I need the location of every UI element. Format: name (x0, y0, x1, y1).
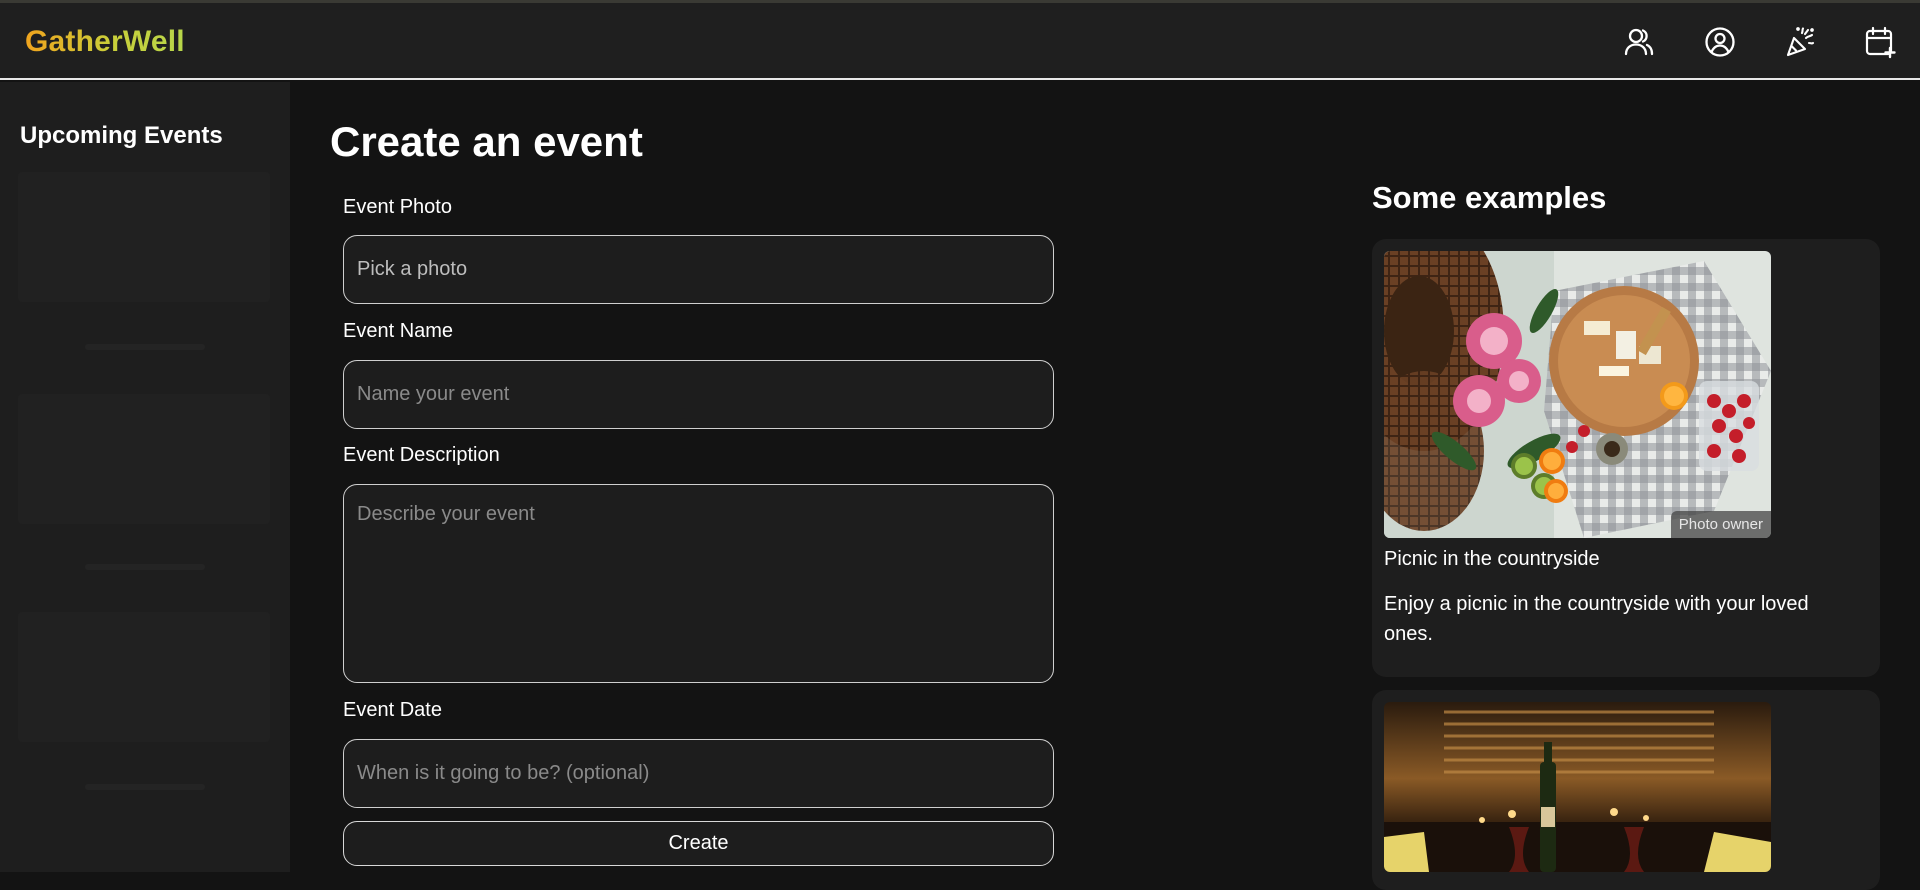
example-card[interactable]: Photo owner Picnic in the countryside En… (1372, 239, 1880, 677)
create-button[interactable]: Create (343, 821, 1054, 866)
event-placeholder-card (18, 612, 270, 742)
event-date-label: Event Date (343, 699, 442, 721)
example-card-title: Picnic in the countryside (1384, 548, 1600, 570)
app-logo[interactable]: GatherWell (25, 25, 185, 59)
event-date-input[interactable] (343, 739, 1054, 808)
party-popper-icon[interactable] (1783, 25, 1817, 59)
examples-title: Some examples (1372, 180, 1607, 215)
event-placeholder-card (18, 394, 270, 524)
example-card-image (1384, 702, 1771, 872)
event-placeholder-line (85, 564, 205, 570)
event-placeholder-line (85, 344, 205, 350)
picnic-photo (1384, 251, 1771, 538)
page-title: Create an event (330, 118, 643, 165)
photo-owner-credit[interactable]: Photo owner (1670, 511, 1771, 538)
event-photo-picker[interactable] (343, 235, 1054, 304)
event-description-label: Event Description (343, 444, 500, 466)
event-placeholder-card (18, 172, 270, 302)
event-placeholder-line (85, 784, 205, 790)
profile-icon[interactable] (1703, 25, 1737, 59)
friends-icon[interactable] (1622, 25, 1656, 59)
example-card[interactable] (1372, 690, 1880, 890)
dinner-photo (1384, 702, 1771, 872)
example-card-description: Enjoy a picnic in the countryside with y… (1384, 593, 1809, 645)
sidebar-title: Upcoming Events (20, 122, 223, 149)
calendar-add-icon[interactable] (1863, 25, 1897, 59)
example-card-image: Photo owner (1384, 251, 1771, 538)
event-name-input[interactable] (343, 360, 1054, 429)
event-description-textarea[interactable] (343, 484, 1054, 683)
event-name-label: Event Name (343, 320, 454, 342)
top-header: GatherWell (0, 3, 1920, 80)
event-photo-label: Event Photo (343, 196, 452, 218)
sidebar: Upcoming Events (0, 82, 290, 872)
